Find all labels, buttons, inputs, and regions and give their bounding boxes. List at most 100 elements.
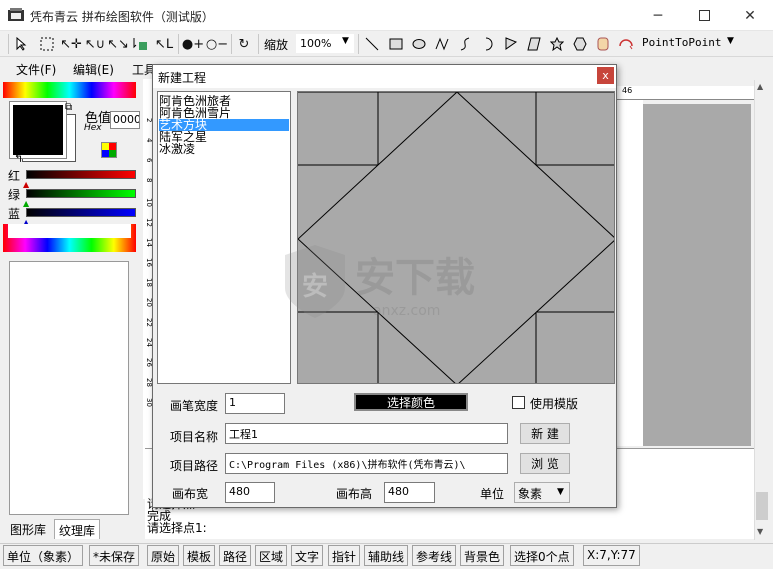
canvas-margin — [615, 100, 643, 446]
move-segment-icon[interactable]: ↖↘ — [107, 34, 129, 54]
add-point-icon[interactable]: ●+ — [182, 34, 204, 54]
status-original[interactable]: 原始 — [147, 545, 180, 566]
tab-shape-library[interactable]: 图形库 — [6, 519, 50, 539]
dialog-close-button[interactable]: x — [597, 67, 614, 84]
hexagon-shape-icon[interactable] — [570, 34, 590, 54]
flag-shape-icon[interactable] — [501, 34, 521, 54]
browse-button[interactable]: 浏 览 — [520, 453, 570, 474]
rectangle-tool-icon[interactable] — [386, 34, 406, 54]
select-color-button[interactable]: 选择颜色 — [354, 393, 468, 411]
app-icon — [8, 8, 24, 22]
arc-arrow-icon[interactable] — [616, 34, 636, 54]
watermark-text: 安下载 — [355, 255, 475, 301]
project-path-input[interactable]: C:\Program Files (x86)\拼布软件(凭布青云)\ — [225, 453, 508, 474]
watermark-subtext: anxz.com — [373, 303, 440, 319]
menu-edit[interactable]: 编辑(E) — [73, 61, 114, 78]
list-item[interactable]: 陆军之星 — [159, 131, 289, 143]
status-path[interactable]: 路径 — [219, 545, 252, 566]
status-background-color[interactable]: 背景色 — [460, 545, 505, 566]
polyline-tool-icon[interactable] — [432, 34, 452, 54]
list-item[interactable]: 冰激凌 — [159, 143, 289, 155]
status-selection-count: 选择0个点 — [510, 545, 574, 566]
color-preview-strip — [8, 224, 131, 238]
curve-node-icon[interactable]: ↖ᒪ — [154, 34, 174, 54]
arc-tool-icon[interactable] — [478, 34, 498, 54]
status-region[interactable]: 区域 — [255, 545, 288, 566]
status-unit: 单位（象素） — [3, 545, 84, 566]
draw-mode-select[interactable]: PointToPoint — [640, 34, 740, 53]
tab-texture-library[interactable]: 纹理库 — [54, 519, 101, 539]
hex-input[interactable]: 0000 — [110, 111, 140, 129]
hue-spectrum[interactable] — [3, 82, 136, 98]
green-slider[interactable] — [26, 189, 136, 198]
log-line: 请选择点1: — [147, 521, 207, 535]
pen-width-input[interactable]: 1 — [225, 393, 285, 414]
remove-point-icon[interactable]: ○− — [206, 34, 228, 54]
marquee-select-icon[interactable] — [37, 34, 57, 54]
list-item[interactable]: 阿肯色洲旅者 — [159, 95, 289, 107]
shape-library-list[interactable] — [9, 261, 129, 515]
fill-region-icon[interactable] — [131, 34, 151, 54]
canvas-width-input[interactable]: 480 — [225, 482, 275, 503]
list-item-selected[interactable]: 艺术方块 — [159, 119, 289, 131]
foreground-color-swatch[interactable] — [9, 101, 67, 159]
red-slider[interactable] — [26, 170, 136, 179]
scroll-up-icon[interactable]: ▲ — [757, 82, 763, 91]
rounded-square-icon[interactable] — [593, 34, 613, 54]
svg-text:安: 安 — [302, 272, 328, 302]
status-coordinates: X:7,Y:77 — [583, 545, 640, 566]
line-tool-icon[interactable] — [362, 34, 382, 54]
canvas-height-input[interactable]: 480 — [384, 482, 435, 503]
status-save-state: *未保存 — [89, 545, 140, 566]
bezier-tool-icon[interactable] — [455, 34, 475, 54]
status-template[interactable]: 模板 — [183, 545, 216, 566]
pointer-icon[interactable] — [12, 34, 32, 54]
maximize-icon[interactable] — [681, 0, 727, 31]
minimize-icon[interactable]: ─ — [635, 0, 681, 31]
palette-icon[interactable] — [101, 142, 117, 158]
project-path-label: 项目路径 — [170, 459, 219, 473]
hex-label: Hex — [84, 123, 102, 133]
blue-slider[interactable] — [26, 208, 136, 217]
close-icon[interactable]: ✕ — [727, 0, 773, 31]
reset-colors-icon[interactable]: ↰ — [14, 152, 23, 165]
scrollbar-thumb[interactable] — [756, 492, 768, 520]
status-guides[interactable]: 辅助线 — [364, 545, 409, 566]
green-slider-thumb[interactable]: ▲ — [23, 199, 29, 208]
toolbar-separator — [231, 34, 232, 54]
new-button[interactable]: 新 建 — [520, 423, 570, 444]
chevron-down-icon[interactable]: ▼ — [727, 36, 734, 46]
dialog-title: 新建工程 — [158, 71, 207, 85]
canvas-page[interactable] — [643, 104, 751, 446]
chevron-down-icon[interactable]: ▼ — [557, 487, 564, 497]
swap-colors-icon[interactable]: ⧉ — [65, 102, 72, 113]
blue-label: 蓝 — [8, 207, 21, 221]
ruler-number: 46 — [622, 86, 633, 95]
use-template-label: 使用模版 — [530, 397, 579, 411]
canvas-height-label: 画布高 — [336, 487, 373, 501]
project-name-input[interactable]: 工程1 — [225, 423, 508, 444]
vertical-scrollbar[interactable] — [754, 80, 771, 540]
unit-label: 单位 — [480, 487, 505, 501]
status-pointer[interactable]: 指针 — [328, 545, 361, 566]
star-shape-icon[interactable] — [547, 34, 567, 54]
pattern-preview — [297, 91, 615, 384]
pen-width-label: 画笔宽度 — [170, 399, 219, 413]
canvas-width-label: 画布宽 — [172, 487, 209, 501]
dialog-title-bar — [153, 65, 616, 88]
scroll-down-icon[interactable]: ▼ — [757, 527, 763, 536]
move-point-icon[interactable]: ↖✛ — [60, 34, 82, 54]
zoom-label: 缩放 — [264, 38, 289, 52]
edit-curve-icon[interactable]: ↖∪ — [85, 34, 105, 54]
toolbar-separator — [178, 34, 179, 54]
menu-file[interactable]: 文件(F) — [16, 61, 56, 78]
status-reference-lines[interactable]: 参考线 — [412, 545, 457, 566]
use-template-checkbox[interactable] — [512, 396, 525, 409]
rotate-icon[interactable]: ↻ — [234, 34, 254, 54]
chevron-down-icon[interactable]: ▼ — [342, 36, 349, 46]
red-slider-thumb[interactable]: ▲ — [23, 180, 29, 189]
status-text[interactable]: 文字 — [291, 545, 324, 566]
ellipse-tool-icon[interactable] — [409, 34, 429, 54]
list-item[interactable]: 阿肯色洲雪片 — [159, 107, 289, 119]
parallelogram-icon[interactable] — [524, 34, 544, 54]
